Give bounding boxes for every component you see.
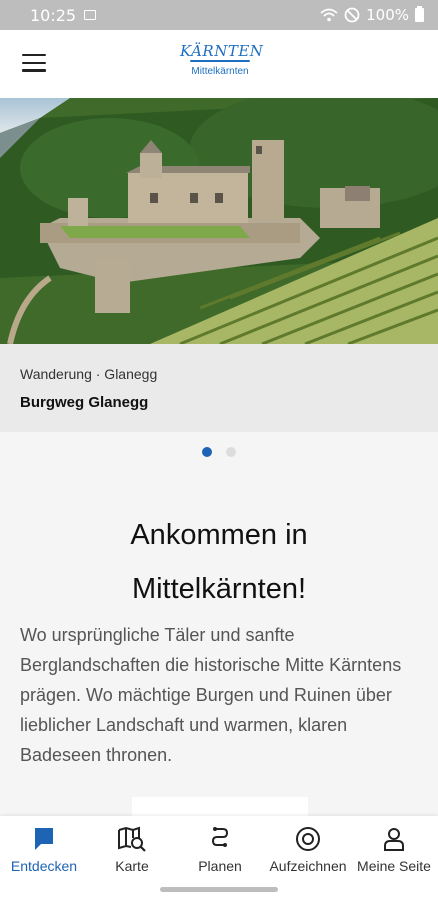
intro-headline: Ankommen in Mittelkärnten! [130,519,308,605]
app-logo[interactable]: KÄRNTEN Mittelkärnten [180,42,264,77]
carousel-dot-1[interactable] [202,447,212,457]
nav-aufzeichnen[interactable]: Aufzeichnen [264,824,352,874]
nav-karte[interactable]: Karte [88,824,176,874]
carousel-dot-2[interactable] [226,447,236,457]
record-icon [296,827,320,851]
status-time: 10:25 [30,5,77,25]
hero-image[interactable] [0,98,438,344]
nav-planen[interactable]: Planen [176,824,264,874]
battery-percent: 100% [366,6,409,24]
logo-region: Mittelkärnten [191,66,249,77]
hero-title: Burgweg Glanegg [20,394,149,411]
nav-entdecken-label: Entdecken [10,858,78,874]
wifi-icon [320,8,338,22]
chat-bubble-icon [35,828,53,850]
logo-brand: KÄRNTEN [180,42,264,60]
person-icon [384,828,404,851]
route-icon [211,827,229,847]
hamburger-menu-icon[interactable] [22,54,46,72]
app-bar: KÄRNTEN Mittelkärnten [0,30,438,98]
nav-meine-seite-label: Meine Seite [357,858,431,874]
nav-karte-label: Karte [115,858,149,874]
status-bar: 10:25 100% [0,0,438,30]
dnd-icon [344,7,360,23]
gesture-handle[interactable] [160,887,278,892]
battery-icon [415,6,424,22]
hero-caption[interactable]: Wanderung · Glanegg Burgweg Glanegg [0,344,438,432]
nav-aufzeichnen-label: Aufzeichnen [269,858,347,874]
nav-entdecken[interactable]: Entdecken [0,824,88,874]
hero-meta: Wanderung · Glanegg [20,366,158,382]
intro-text: Wo ursprüngliche Täler und sanfte Bergla… [20,625,402,765]
carousel-indicator [0,447,438,457]
nav-planen-label: Planen [198,858,242,874]
logo-underline [190,60,250,62]
map-search-icon [118,826,146,852]
nav-meine-seite[interactable]: Meine Seite [350,824,438,874]
content-card[interactable] [132,797,308,817]
sim-icon [84,10,97,20]
